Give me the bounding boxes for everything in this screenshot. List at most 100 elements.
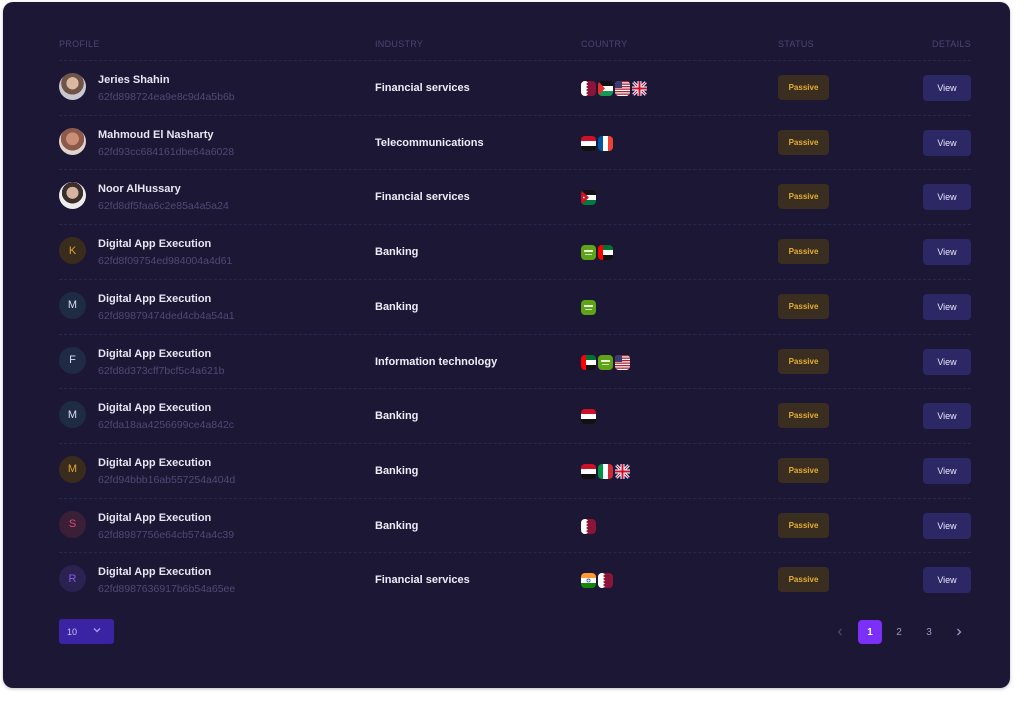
profile-name: Digital App Execution xyxy=(98,456,212,469)
avatar-initial: R xyxy=(68,572,77,585)
table-row: M Digital App Execution 62fd94bbb16ab55725… xyxy=(59,442,971,499)
avatar xyxy=(59,73,86,100)
table-row: Jeries Shahin 62fd898724ea9e8c9d4a5b6b Fin… xyxy=(59,60,971,116)
country-flags xyxy=(581,463,630,479)
view-details-button[interactable]: View xyxy=(923,567,971,594)
avatar: M xyxy=(59,401,86,429)
table-row: K Digital App Execution 62fd8f09754ed98400… xyxy=(59,224,971,280)
page-button-1[interactable]: 1 xyxy=(858,620,882,644)
profile-id: 62fda18aa4256699ce4a842c xyxy=(98,419,235,432)
status-badge: Passive xyxy=(778,184,829,210)
industry-label: Banking xyxy=(375,519,419,532)
egypt-flag-icon xyxy=(581,463,596,479)
view-details-button[interactable]: View xyxy=(923,239,971,266)
table-row: Mahmoud El Nasharty 62fd93cc684161dbe64a6… xyxy=(59,114,971,171)
country-flags xyxy=(581,245,613,261)
header-industry: INDUSTRY xyxy=(375,39,424,49)
country-flags xyxy=(581,299,596,315)
country-flags xyxy=(581,81,647,96)
jordan-flag-icon xyxy=(581,190,596,206)
view-details-button[interactable]: View xyxy=(923,348,971,375)
view-details-button[interactable]: View xyxy=(923,512,971,539)
view-details-button[interactable]: View xyxy=(923,457,971,484)
pagination: 1 2 3 xyxy=(828,620,971,645)
next-page-button[interactable] xyxy=(947,620,971,644)
industry-label: Banking xyxy=(375,300,419,313)
country-flags xyxy=(581,190,596,206)
header-profile: PROFILE xyxy=(59,39,100,49)
page-button-2[interactable]: 2 xyxy=(887,620,911,644)
profile-name: Digital App Execution xyxy=(98,402,212,415)
qatar-flag-icon xyxy=(581,518,596,534)
uk-flag-icon xyxy=(615,463,630,479)
uae-flag-icon xyxy=(581,354,596,370)
avatar-initial: M xyxy=(67,299,78,312)
prev-page-button[interactable] xyxy=(828,620,852,644)
avatar: M xyxy=(59,291,86,319)
status-badge: Passive xyxy=(778,403,829,429)
industry-label: Information technology xyxy=(375,355,498,368)
profile-name: Mahmoud El Nasharty xyxy=(98,128,214,141)
uae-flag-icon xyxy=(598,245,613,261)
profile-name: Digital App Execution xyxy=(98,347,212,360)
status-badge: Passive xyxy=(778,457,829,483)
avatar: S xyxy=(59,510,86,538)
qatar-flag-icon xyxy=(598,573,613,589)
view-details-button[interactable]: View xyxy=(923,75,971,101)
status-badge: Passive xyxy=(778,75,829,100)
industry-label: Financial services xyxy=(375,191,470,204)
france-flag-icon xyxy=(598,135,613,151)
profile-id: 62fd89879474ded4cb4a54a1 xyxy=(98,309,235,322)
qatar-flag-icon xyxy=(581,81,596,96)
table-row: M Digital App Execution 62fda18aa4256699ce… xyxy=(59,388,971,444)
country-flags xyxy=(581,354,630,370)
table-row: M Digital App Execution 62fd89879474ded4cb… xyxy=(59,278,971,335)
header-status: STATUS xyxy=(778,39,814,49)
profiles-table-card: PROFILE INDUSTRY COUNTRY STATUS DETAILS … xyxy=(3,2,1010,688)
profile-id: 62fd898724ea9e8c9d4a5b6b xyxy=(98,91,235,103)
table-row: Noor AlHussary 62fd8df5faa6c2e85a4a5a24 Fi… xyxy=(59,169,971,225)
view-details-button[interactable]: View xyxy=(923,184,971,211)
saudi-flag-icon xyxy=(581,299,596,315)
country-flags xyxy=(581,573,613,589)
industry-label: Financial services xyxy=(375,82,470,94)
page-size-select[interactable]: 10 xyxy=(59,619,114,644)
table-header: PROFILE INDUSTRY COUNTRY STATUS DETAILS xyxy=(59,39,971,53)
palestine-flag-icon xyxy=(598,81,613,96)
view-details-button[interactable]: View xyxy=(923,293,971,320)
table-row: F Digital App Execution 62fd8d373cff7bcf5c… xyxy=(59,333,971,390)
status-badge: Passive xyxy=(778,348,829,374)
profile-name: Digital App Execution xyxy=(98,292,212,305)
profile-name: Jeries Shahin xyxy=(98,74,170,86)
egypt-flag-icon xyxy=(581,409,596,425)
avatar: R xyxy=(59,565,86,593)
avatar xyxy=(59,127,86,155)
avatar xyxy=(59,182,86,210)
table-row: R Digital App Execution 62fd8987636917b6b5… xyxy=(59,552,971,608)
profile-name: Digital App Execution xyxy=(98,566,212,579)
status-badge: Passive xyxy=(778,129,829,155)
status-badge: Passive xyxy=(778,293,829,319)
header-country: COUNTRY xyxy=(581,39,628,49)
industry-label: Banking xyxy=(375,464,419,477)
chevron-right-icon xyxy=(957,628,962,636)
profile-name: Noor AlHussary xyxy=(98,183,181,196)
usa-flag-icon xyxy=(615,81,630,96)
avatar-initial: K xyxy=(68,244,77,257)
page-button-3[interactable]: 3 xyxy=(917,620,941,644)
avatar-initial: F xyxy=(69,354,76,366)
status-badge: Passive xyxy=(778,567,829,593)
page-size-value: 10 xyxy=(67,627,78,637)
view-details-button[interactable]: View xyxy=(923,129,971,156)
profile-name: Digital App Execution xyxy=(98,238,212,251)
profile-id: 62fd8987756e64cb574a4c39 xyxy=(98,528,235,541)
avatar-initial: S xyxy=(68,518,77,531)
view-details-button[interactable]: View xyxy=(923,403,971,430)
avatar: F xyxy=(59,346,86,374)
profile-id: 62fd8f09754ed984004a4d61 xyxy=(98,255,233,268)
profile-id: 62fd8d373cff7bcf5c4a621b xyxy=(98,364,225,377)
chevron-down-icon xyxy=(91,624,103,639)
italy-flag-icon xyxy=(598,463,613,479)
avatar: M xyxy=(59,455,86,483)
status-badge: Passive xyxy=(778,239,829,265)
